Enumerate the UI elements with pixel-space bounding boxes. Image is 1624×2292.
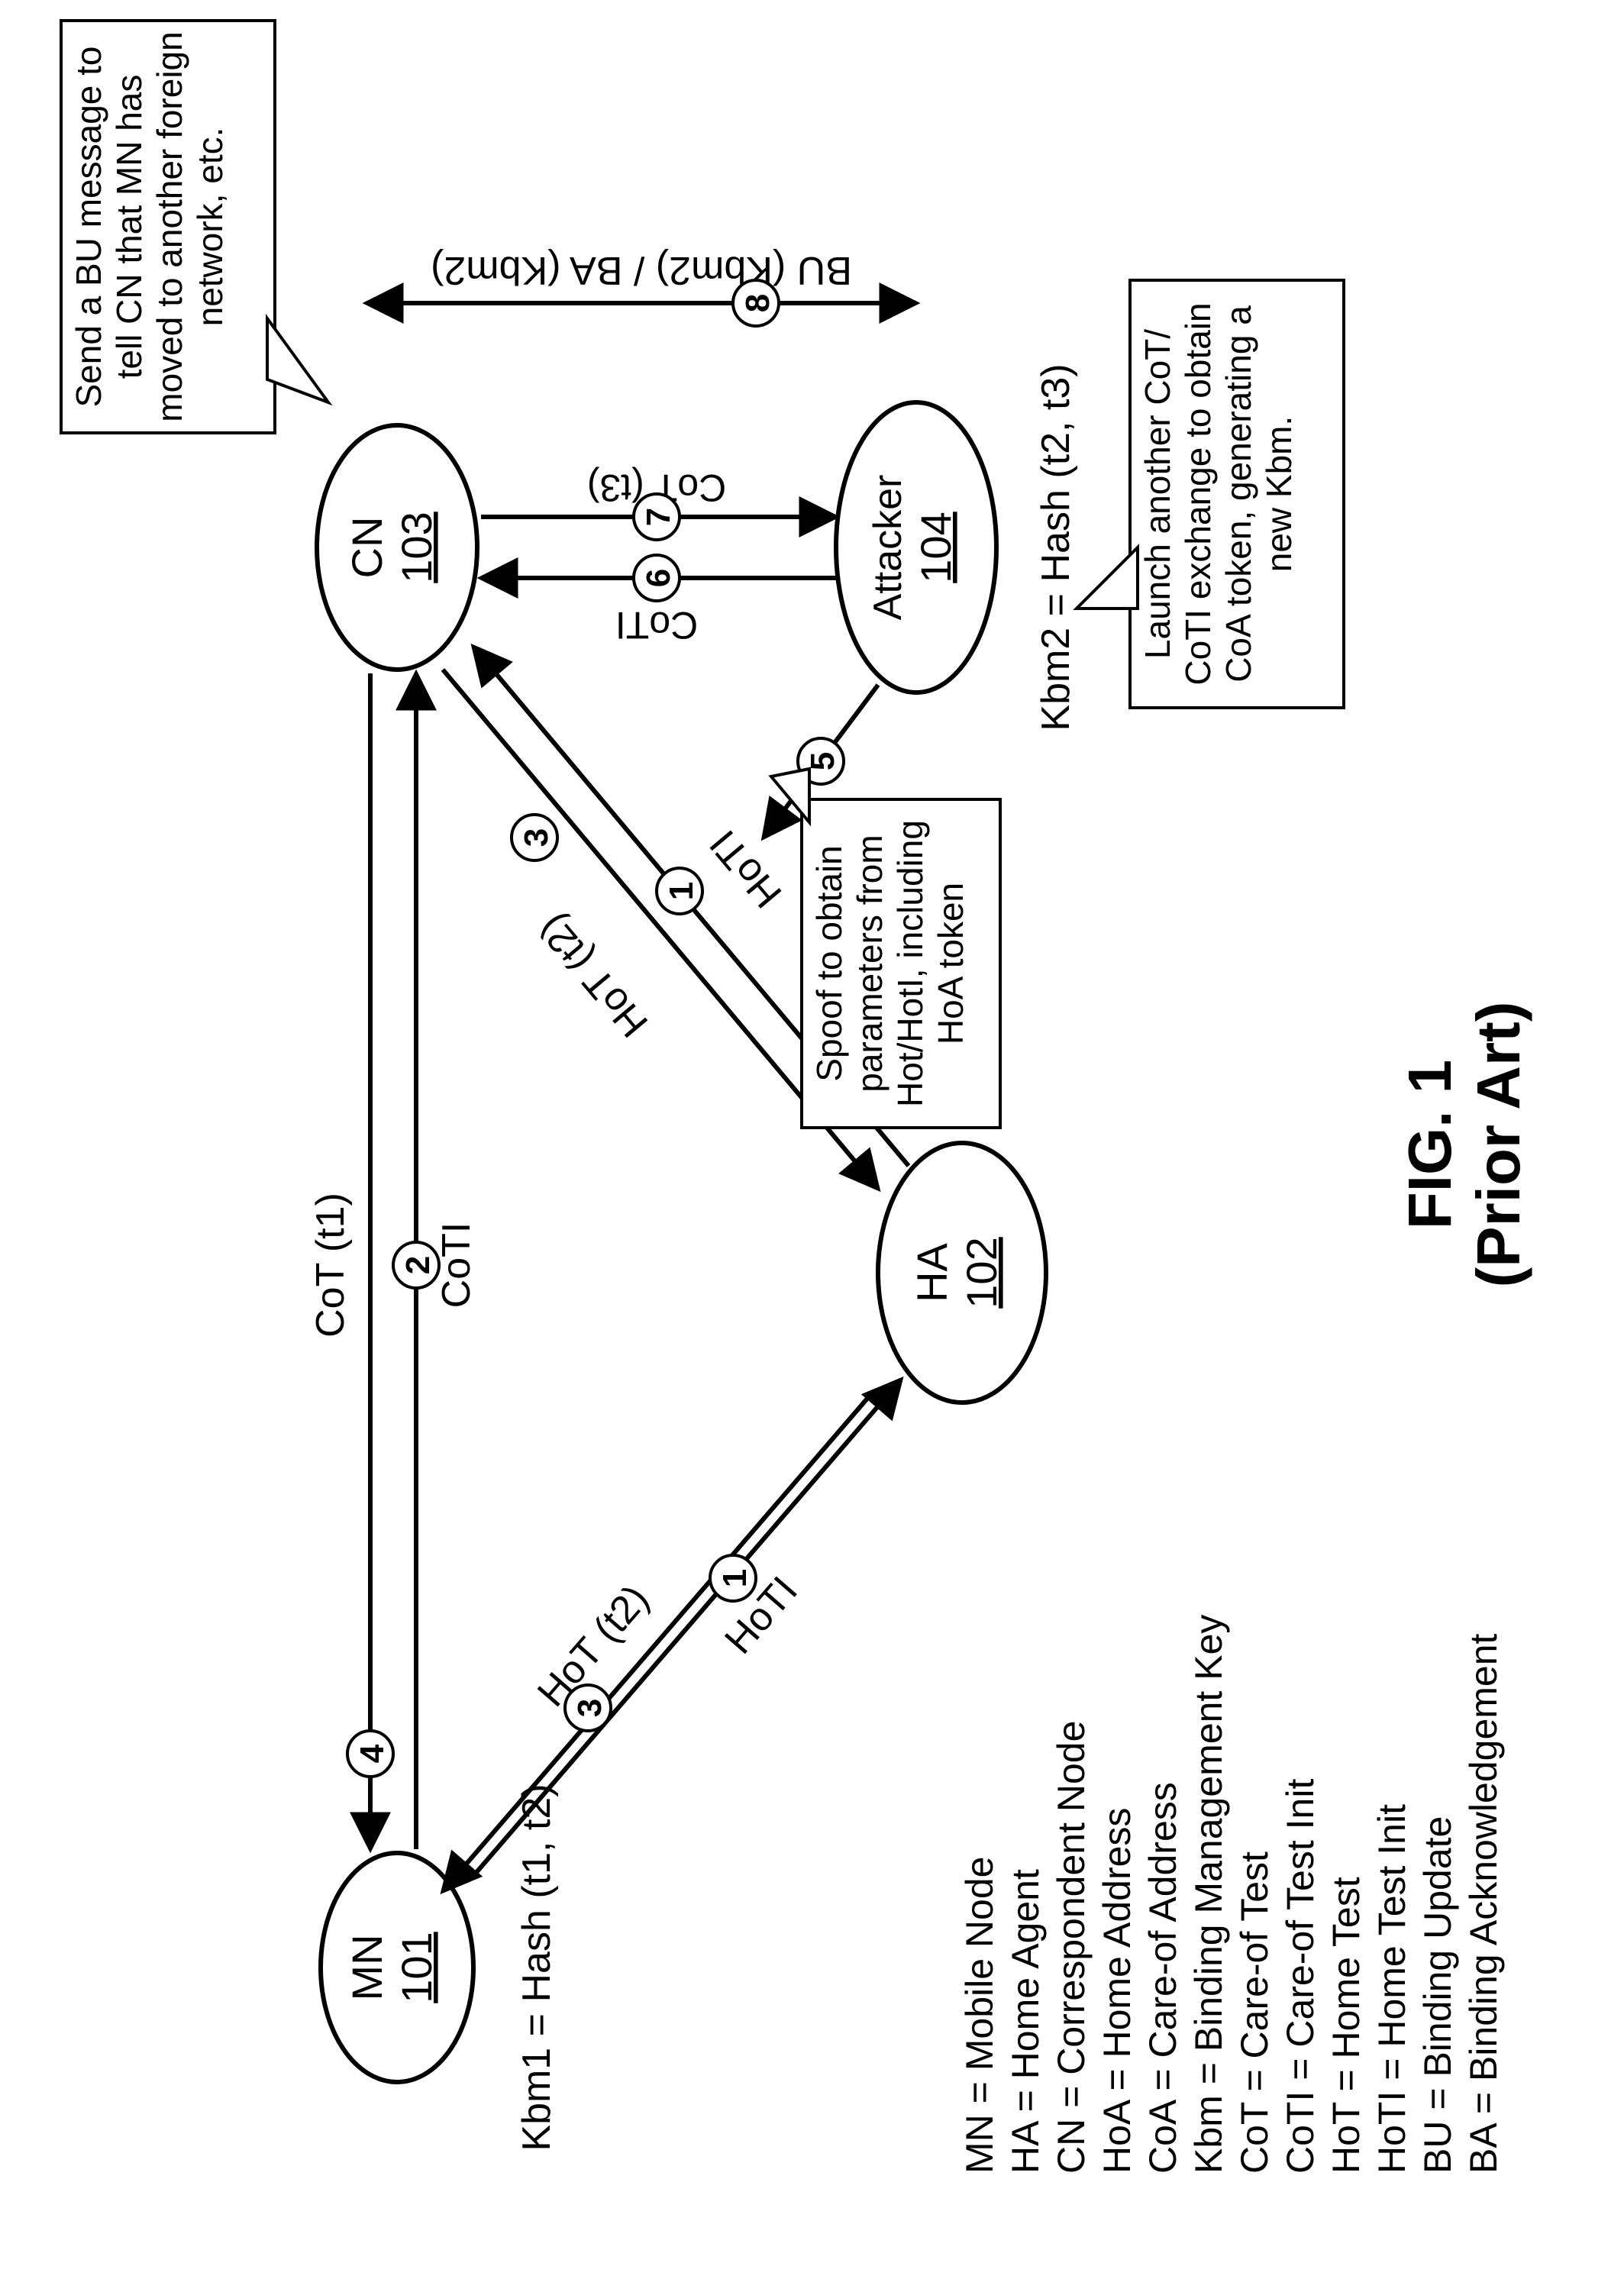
diagram-svg: MN 101 HA 102 CN 103 Attacker 104 HoTI H… [0,0,1624,2288]
edge-ha-mn-hot [443,1395,870,1891]
legend-1: HA = Home Agent [1004,1869,1047,2174]
legend-7: CoTI = Care-of Test Init [1279,1779,1322,2174]
page: MN 101 HA 102 CN 103 Attacker 104 HoTI H… [0,0,1624,2288]
figure-title: FIG. 1 [1396,1060,1464,1229]
node-cn-label: CN [343,517,391,579]
legend-3: HoA = Home Address [1096,1808,1138,2174]
callout-bu: Send a BU message to tell CN that MN has… [61,21,328,433]
legend-10: BU = Binding Update [1416,1816,1459,2174]
node-mn-label: MN [343,1934,391,2000]
legend-11: BA = Binding Acknowledgement [1462,1633,1505,2174]
step-2: 2 [399,1256,437,1274]
callout-spoof: Spoof to obtain parameters from Hot/HotI… [771,769,1000,1128]
node-attacker-id: 104 [912,512,960,583]
node-ha-id: 102 [957,1237,1006,1308]
step-1a: 1 [716,1569,754,1587]
step-1b: 1 [663,882,700,900]
callout-launch-text: Launch another CoT/ CoTI exchange to obt… [1138,288,1300,700]
step-6: 6 [640,569,677,587]
figure-subtitle: (Prior Art) [1464,1002,1532,1288]
eq-kbm1: Kbm1 = Hash (t1, t2) [515,1784,559,2151]
node-attacker-label: Attacker [866,475,910,621]
legend-0: MN = Mobile Node [958,1857,1001,2174]
label-ha-cn-hoti: HoTI [702,822,791,916]
step-4: 4 [354,1744,391,1763]
callout-launch: Launch another CoT/ CoTI exchange to obt… [1077,280,1344,708]
legend-2: CN = Correspondent Node [1050,1721,1093,2174]
step-8: 8 [739,294,776,312]
step-3a: 3 [571,1699,609,1717]
step-7: 7 [640,508,677,526]
legend-6: CoT = Care-of Test [1233,1851,1276,2174]
label-mn-cn-coti: CoTI [434,1222,479,1309]
label-cn-ha-hot: HoT (t2) [530,906,657,1046]
node-mn-id: 101 [392,1932,441,2003]
node-ha-label: HA [908,1242,956,1302]
legend-8: HoT = Home Test [1325,1877,1367,2174]
step-3b: 3 [518,828,555,847]
callout-spoof-text: Spoof to obtain parameters from Hot/HotI… [809,807,971,1120]
callout-bu-text: Send a BU message to tell CN that MN has… [69,28,231,425]
legend-4: CoA = Care-of Address [1141,1782,1184,2174]
legend-9: HoTI = Home Test Init [1371,1804,1413,2174]
legend-5: Kbm = Binding Management Key [1187,1615,1230,2174]
legend: MN = Mobile Node HA = Home Agent CN = Co… [958,1615,1505,2174]
eq-kbm2: Kbm2 = Hash (t2, t3) [1034,363,1078,731]
label-attacker-cn-coti: CoTI [615,604,698,647]
label-bu-ba: BU (Kbm2) / BA (Kbm2) [431,248,852,292]
label-cn-mn-cot: CoT (t1) [308,1193,353,1338]
node-cn-id: 103 [392,512,441,583]
